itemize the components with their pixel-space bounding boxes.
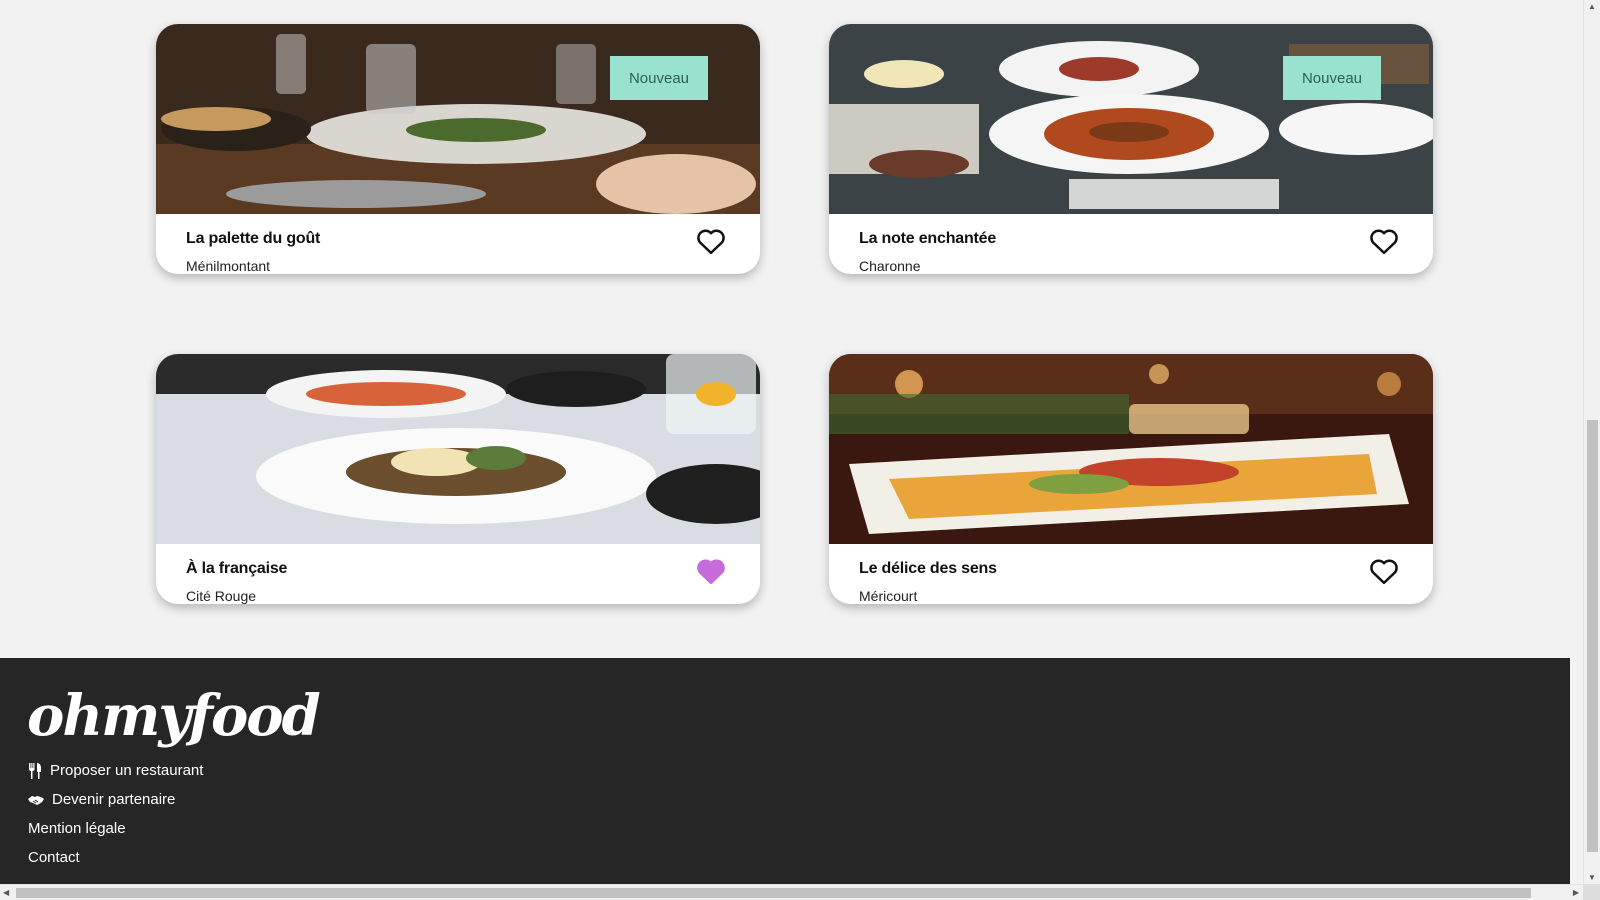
new-badge: Nouveau: [610, 56, 708, 100]
utensils-icon: [29, 762, 41, 779]
horizontal-scroll-thumb[interactable]: [16, 888, 1531, 898]
vertical-scrollbar[interactable]: ▲ ▼: [1583, 0, 1600, 884]
restaurant-card[interactable]: Nouveau La palette du goût Ménilmontant: [156, 24, 760, 274]
site-footer: ohmyfood Proposer un restaurant Devenir …: [0, 658, 1570, 884]
restaurant-area: Méricourt: [859, 588, 918, 604]
scroll-down-arrow-icon[interactable]: ▼: [1588, 873, 1596, 882]
heart-filled-icon[interactable]: [696, 557, 726, 585]
restaurant-card[interactable]: À la française Cité Rouge: [156, 354, 760, 604]
handshake-icon: [28, 795, 44, 805]
scroll-up-arrow-icon[interactable]: ▲: [1588, 2, 1596, 11]
scrollbar-corner: [1583, 884, 1600, 900]
heart-outline-icon[interactable]: [1369, 557, 1399, 585]
heart-outline-icon[interactable]: [1369, 227, 1399, 255]
scroll-left-arrow-icon[interactable]: ◀: [3, 888, 9, 897]
footer-link-label: Proposer un restaurant: [50, 762, 204, 779]
footer-link-label: Contact: [28, 849, 80, 866]
vertical-scroll-thumb[interactable]: [1587, 420, 1598, 852]
footer-logo[interactable]: ohmyfood: [27, 688, 321, 744]
horizontal-scrollbar[interactable]: ◀ ▶: [0, 884, 1583, 900]
restaurant-photo: Nouveau: [156, 24, 760, 214]
restaurant-photo: Nouveau: [829, 24, 1433, 214]
restaurant-card[interactable]: Nouveau La note enchantée Charonne: [829, 24, 1433, 274]
restaurant-card[interactable]: Le délice des sens Méricourt: [829, 354, 1433, 604]
restaurant-photo: [829, 354, 1433, 544]
restaurant-name: La palette du goût: [186, 230, 321, 247]
footer-links: Proposer un restaurant Devenir partenair…: [28, 756, 203, 872]
footer-link-propose[interactable]: Proposer un restaurant: [28, 756, 203, 785]
footer-link-label: Mention légale: [28, 820, 126, 837]
restaurant-area: Charonne: [859, 258, 921, 274]
restaurant-name: Le délice des sens: [859, 560, 997, 577]
scroll-right-arrow-icon[interactable]: ▶: [1573, 888, 1579, 897]
restaurant-area: Ménilmontant: [186, 258, 271, 274]
page: Nouveau La palette du goût Ménilmontant: [0, 0, 1570, 884]
restaurant-name: La note enchantée: [859, 230, 997, 247]
heart-outline-icon[interactable]: [696, 227, 726, 255]
new-badge: Nouveau: [1283, 56, 1381, 100]
footer-link-legal[interactable]: Mention légale: [28, 814, 203, 843]
footer-link-label: Devenir partenaire: [52, 791, 176, 808]
restaurant-area: Cité Rouge: [186, 588, 257, 604]
footer-link-contact[interactable]: Contact: [28, 843, 203, 872]
restaurant-photo: [156, 354, 760, 544]
footer-link-partner[interactable]: Devenir partenaire: [28, 785, 203, 814]
restaurant-name: À la française: [186, 560, 288, 577]
